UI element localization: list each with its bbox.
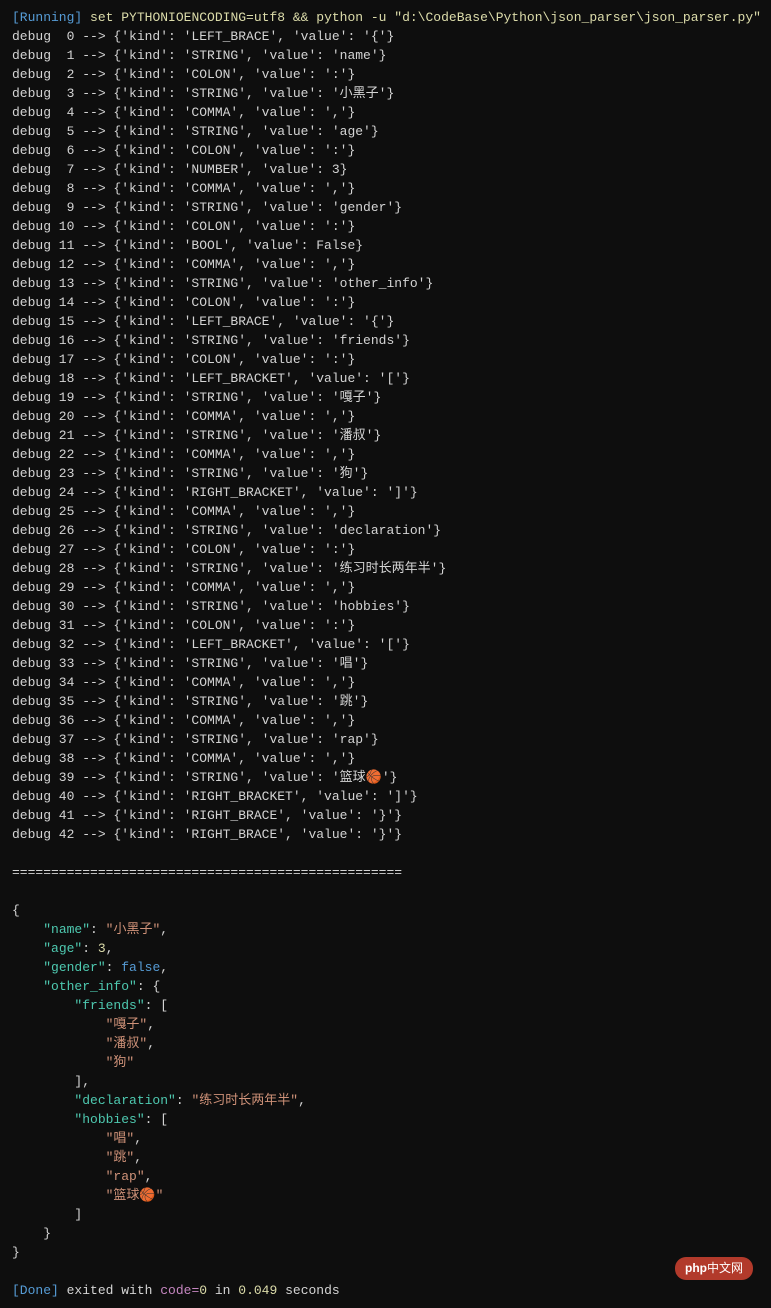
output-line: debug 40 --> {'kind': 'RIGHT_BRACKET', '… [12, 787, 759, 806]
output-line: debug 38 --> {'kind': 'COMMA', 'value': … [12, 749, 759, 768]
output-line: debug 18 --> {'kind': 'LEFT_BRACKET', 'v… [12, 369, 759, 388]
output-line: debug 33 --> {'kind': 'STRING', 'value':… [12, 654, 759, 673]
output-line: "rap", [12, 1167, 759, 1186]
watermark-badge: php中文网 [675, 1257, 753, 1280]
output-line: debug 30 --> {'kind': 'STRING', 'value':… [12, 597, 759, 616]
output-line: "name": "小黑子", [12, 920, 759, 939]
output-line: debug 15 --> {'kind': 'LEFT_BRACE', 'val… [12, 312, 759, 331]
output-line [12, 844, 759, 863]
output-line: debug 12 --> {'kind': 'COMMA', 'value': … [12, 255, 759, 274]
output-line: debug 19 --> {'kind': 'STRING', 'value':… [12, 388, 759, 407]
output-line: "跳", [12, 1148, 759, 1167]
output-line: debug 1 --> {'kind': 'STRING', 'value': … [12, 46, 759, 65]
output-line: debug 26 --> {'kind': 'STRING', 'value':… [12, 521, 759, 540]
output-line: "狗" [12, 1053, 759, 1072]
output-line: debug 17 --> {'kind': 'COLON', 'value': … [12, 350, 759, 369]
output-line: debug 35 --> {'kind': 'STRING', 'value':… [12, 692, 759, 711]
output-line: debug 37 --> {'kind': 'STRING', 'value':… [12, 730, 759, 749]
output-line: "唱", [12, 1129, 759, 1148]
output-line: debug 23 --> {'kind': 'STRING', 'value':… [12, 464, 759, 483]
output-line [12, 882, 759, 901]
output-line: debug 39 --> {'kind': 'STRING', 'value':… [12, 768, 759, 787]
watermark-suffix: 中文网 [707, 1261, 743, 1275]
output-line: } [12, 1224, 759, 1243]
output-line: debug 28 --> {'kind': 'STRING', 'value':… [12, 559, 759, 578]
output-line: debug 36 --> {'kind': 'COMMA', 'value': … [12, 711, 759, 730]
output-line: debug 16 --> {'kind': 'STRING', 'value':… [12, 331, 759, 350]
output-line: debug 7 --> {'kind': 'NUMBER', 'value': … [12, 160, 759, 179]
output-line: [Running] set PYTHONIOENCODING=utf8 && p… [12, 8, 759, 27]
elapsed-time: 0.049 [238, 1283, 277, 1298]
output-line: "篮球🏀" [12, 1186, 759, 1205]
output-line: "嘎子", [12, 1015, 759, 1034]
output-line: debug 6 --> {'kind': 'COLON', 'value': '… [12, 141, 759, 160]
watermark-prefix: php [685, 1261, 707, 1275]
output-line: debug 0 --> {'kind': 'LEFT_BRACE', 'valu… [12, 27, 759, 46]
output-line: debug 29 --> {'kind': 'COMMA', 'value': … [12, 578, 759, 597]
output-line: ] [12, 1205, 759, 1224]
output-line: debug 25 --> {'kind': 'COMMA', 'value': … [12, 502, 759, 521]
output-line: debug 10 --> {'kind': 'COLON', 'value': … [12, 217, 759, 236]
output-line: debug 4 --> {'kind': 'COMMA', 'value': '… [12, 103, 759, 122]
output-line: "declaration": "练习时长两年半", [12, 1091, 759, 1110]
output-line: } [12, 1243, 759, 1262]
output-line: debug 31 --> {'kind': 'COLON', 'value': … [12, 616, 759, 635]
code-label: code= [160, 1283, 199, 1298]
terminal-output[interactable]: [Running] set PYTHONIOENCODING=utf8 && p… [12, 8, 759, 1300]
output-line: [Done] exited with code=0 in 0.049 secon… [12, 1281, 759, 1300]
output-line: debug 8 --> {'kind': 'COMMA', 'value': '… [12, 179, 759, 198]
output-line: "hobbies": [ [12, 1110, 759, 1129]
output-line: ], [12, 1072, 759, 1091]
output-line: debug 41 --> {'kind': 'RIGHT_BRACE', 'va… [12, 806, 759, 825]
output-line: "other_info": { [12, 977, 759, 996]
output-line: debug 14 --> {'kind': 'COLON', 'value': … [12, 293, 759, 312]
output-line: debug 2 --> {'kind': 'COLON', 'value': '… [12, 65, 759, 84]
output-line: { [12, 901, 759, 920]
output-line: ========================================… [12, 863, 759, 882]
output-line [12, 1262, 759, 1281]
output-line: debug 34 --> {'kind': 'COMMA', 'value': … [12, 673, 759, 692]
output-line: debug 42 --> {'kind': 'RIGHT_BRACE', 'va… [12, 825, 759, 844]
command-text: set PYTHONIOENCODING=utf8 && python -u "… [90, 10, 761, 25]
output-line: debug 20 --> {'kind': 'COMMA', 'value': … [12, 407, 759, 426]
output-line: debug 24 --> {'kind': 'RIGHT_BRACKET', '… [12, 483, 759, 502]
output-line: debug 22 --> {'kind': 'COMMA', 'value': … [12, 445, 759, 464]
output-line: debug 5 --> {'kind': 'STRING', 'value': … [12, 122, 759, 141]
output-line: debug 9 --> {'kind': 'STRING', 'value': … [12, 198, 759, 217]
output-line: debug 32 --> {'kind': 'LEFT_BRACKET', 'v… [12, 635, 759, 654]
code-value: 0 [199, 1283, 207, 1298]
output-line: debug 27 --> {'kind': 'COLON', 'value': … [12, 540, 759, 559]
output-line: "friends": [ [12, 996, 759, 1015]
done-label: [Done] [12, 1283, 59, 1298]
output-line: "潘叔", [12, 1034, 759, 1053]
output-line: "gender": false, [12, 958, 759, 977]
output-line: debug 3 --> {'kind': 'STRING', 'value': … [12, 84, 759, 103]
output-line: debug 11 --> {'kind': 'BOOL', 'value': F… [12, 236, 759, 255]
running-label: [Running] [12, 10, 82, 25]
output-line: debug 21 --> {'kind': 'STRING', 'value':… [12, 426, 759, 445]
output-line: debug 13 --> {'kind': 'STRING', 'value':… [12, 274, 759, 293]
output-line: "age": 3, [12, 939, 759, 958]
